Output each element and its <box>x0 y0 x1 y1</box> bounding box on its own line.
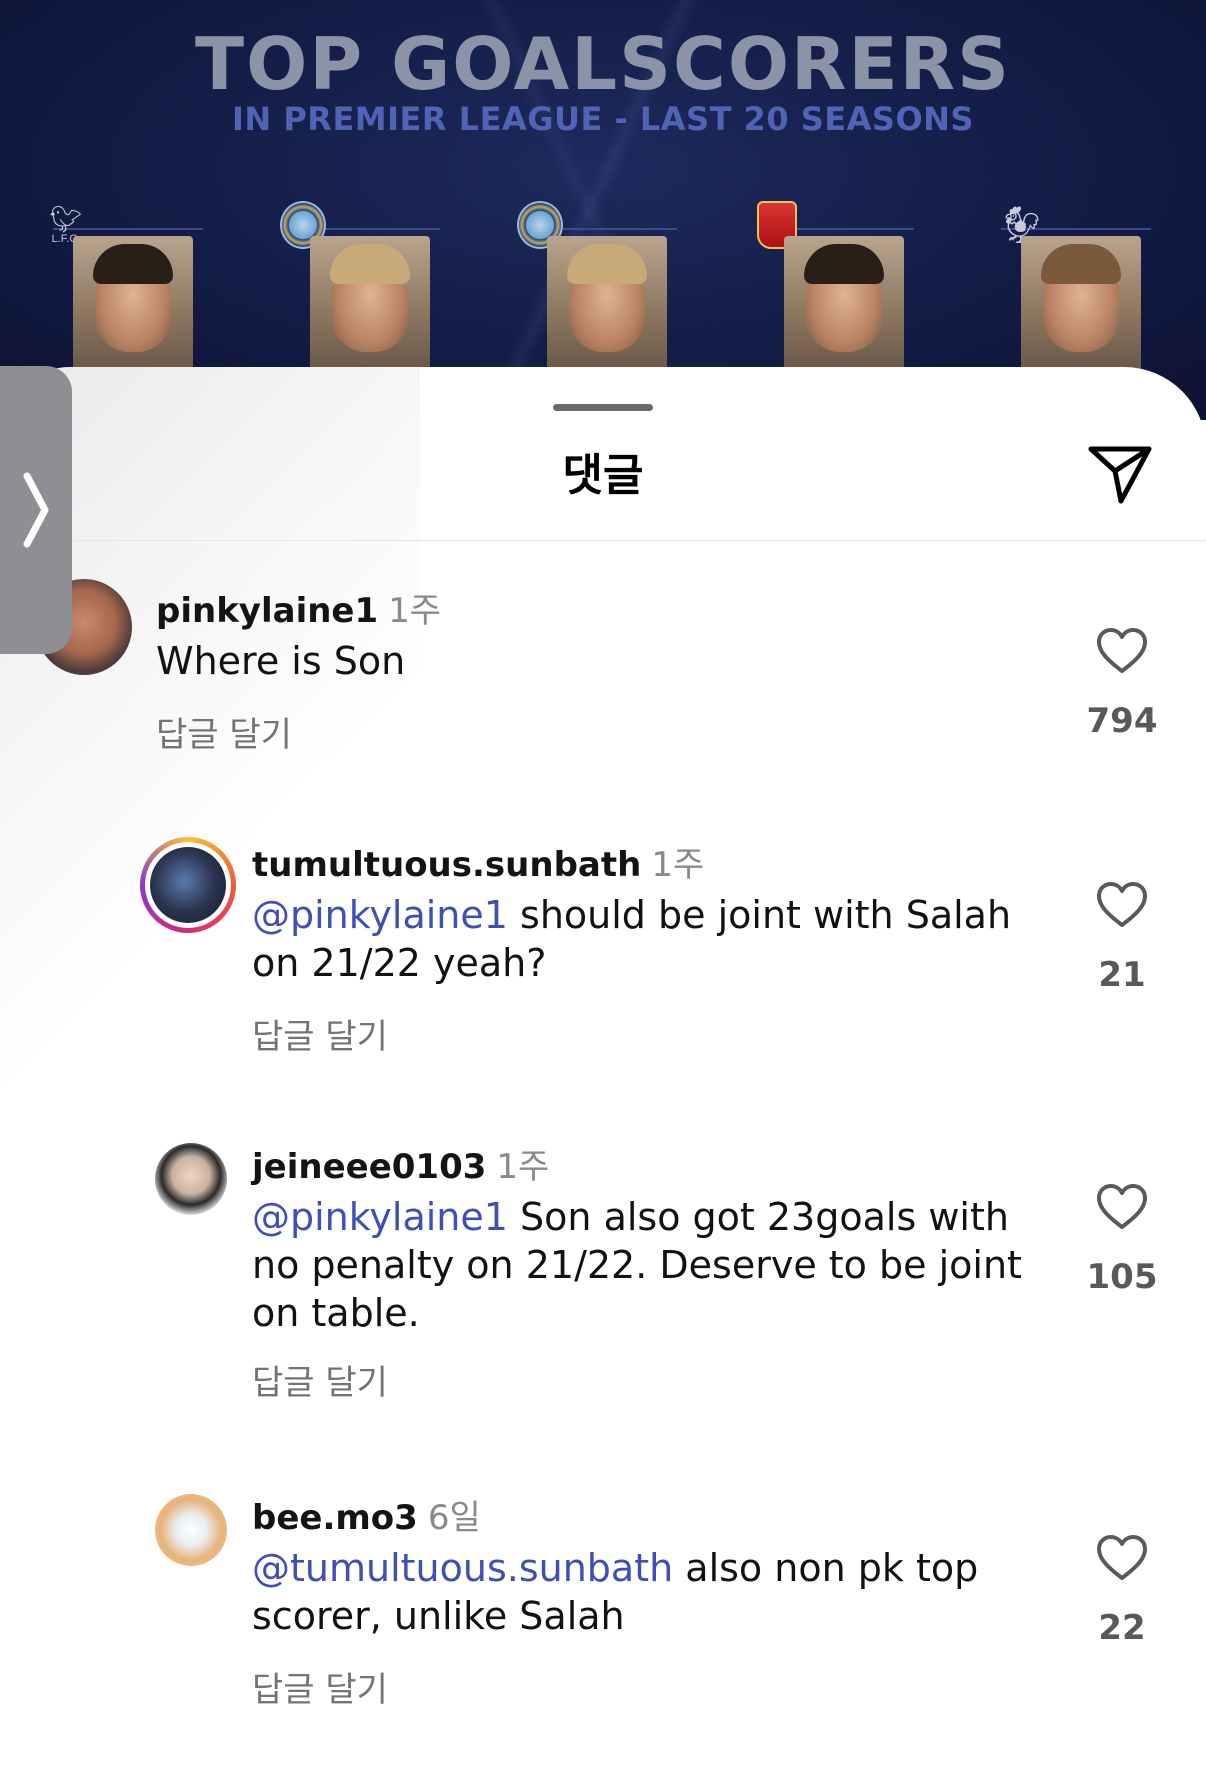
like-count: 21 <box>1098 955 1146 995</box>
sheet-drag-handle[interactable] <box>553 404 653 411</box>
player-card <box>280 200 460 396</box>
comment-text: @pinkylaine1 Son also got 23goals with n… <box>252 1195 1022 1335</box>
heart-outline-icon <box>1097 882 1147 927</box>
comment-mention[interactable]: @tumultuous.sunbath <box>252 1546 673 1590</box>
comment-text: Where is Son <box>156 639 406 683</box>
comment-username[interactable]: tumultuous.sunbath 1주 <box>252 837 704 886</box>
like-count: 22 <box>1098 1608 1146 1648</box>
comment-text: @tumultuous.sunbath also non pk top scor… <box>252 1546 979 1638</box>
like-count: 105 <box>1086 1257 1158 1297</box>
comment-text: @pinkylaine1 should be joint with Salah … <box>252 893 1012 985</box>
post-image: TOP GOALSCORERS IN PREMIER LEAGUE - LAST… <box>0 0 1206 420</box>
comment-username[interactable]: pinkylaine1 1주 <box>156 583 441 632</box>
comment-username[interactable]: jeineee0103 1주 <box>252 1139 549 1188</box>
comment-username[interactable]: bee.mo3 6일 <box>252 1490 481 1539</box>
sheet-title: 댓글 <box>562 450 644 501</box>
like-button[interactable] <box>1090 873 1154 937</box>
comment-mention[interactable]: @pinkylaine1 <box>252 893 508 937</box>
post-title: TOP GOALSCORERS <box>195 22 1011 106</box>
reply-button[interactable]: 답글 달기 <box>252 1009 388 1058</box>
heart-outline-icon <box>1097 628 1147 673</box>
player-card: 🐓︎ <box>999 200 1171 396</box>
avatar[interactable] <box>155 1494 227 1566</box>
header-divider <box>0 540 1206 541</box>
paper-plane-icon <box>1088 446 1152 504</box>
like-count: 794 <box>1086 701 1158 741</box>
reply-button[interactable]: 답글 달기 <box>252 1662 388 1711</box>
comment-time: 1주 <box>496 1147 550 1187</box>
reply-button[interactable]: 답글 달기 <box>252 1355 388 1404</box>
comment-time: 6일 <box>427 1498 481 1538</box>
avatar[interactable] <box>155 1143 227 1215</box>
avatar <box>150 847 226 923</box>
chevron-right-icon <box>23 472 49 548</box>
comment-time: 1주 <box>651 845 705 885</box>
post-subtitle: IN PREMIER LEAGUE - LAST 20 SEASONS <box>232 100 974 138</box>
reply-button[interactable]: 답글 달기 <box>156 707 292 756</box>
player-card <box>757 200 934 396</box>
avatar-story-ring[interactable] <box>140 837 236 933</box>
comment-time: 1주 <box>388 591 442 631</box>
like-button[interactable] <box>1090 1526 1154 1590</box>
comments-sheet: 댓글 pinkylaine1 1주 Where is Son 답글 달기 794 … <box>0 367 1206 1770</box>
like-button[interactable] <box>1090 1175 1154 1239</box>
heart-outline-icon <box>1097 1184 1147 1229</box>
player-card <box>517 200 697 396</box>
side-panel-handle[interactable] <box>0 366 72 654</box>
comment-mention[interactable]: @pinkylaine1 <box>252 1195 508 1239</box>
player-card: 🐦︎ L.F.C. <box>49 200 223 396</box>
heart-outline-icon <box>1097 1535 1147 1580</box>
share-button[interactable] <box>1085 441 1155 507</box>
like-button[interactable] <box>1090 619 1154 683</box>
